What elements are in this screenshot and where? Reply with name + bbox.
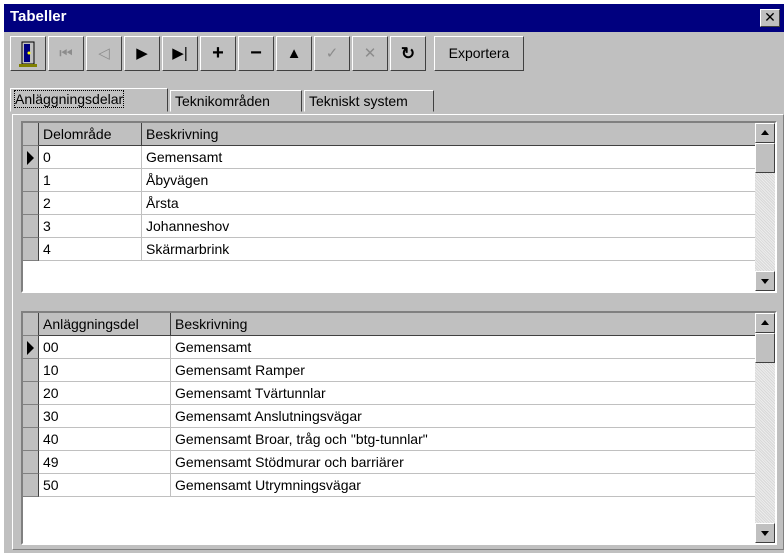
scroll-thumb[interactable] bbox=[755, 143, 775, 173]
tab-panel: Delområde Beskrivning 0 Gemensamt 1 Åbyv… bbox=[12, 114, 784, 550]
up-arrow-icon bbox=[761, 130, 769, 135]
cell-beskrivning[interactable]: Gemensamt bbox=[171, 336, 756, 359]
cell-delomrade[interactable]: 2 bbox=[39, 192, 142, 215]
insert-record-button[interactable]: + bbox=[200, 36, 236, 71]
cell-beskrivning[interactable]: Johanneshov bbox=[142, 215, 756, 238]
row-indicator bbox=[23, 336, 39, 359]
post-record-button[interactable]: ✓ bbox=[314, 36, 350, 71]
column-header-beskrivning[interactable]: Beskrivning bbox=[171, 313, 756, 336]
cell-anlaggningsdel[interactable]: 49 bbox=[39, 451, 171, 474]
cell-beskrivning[interactable]: Gemensamt Utrymningsvägar bbox=[171, 474, 756, 497]
cell-delomrade[interactable]: 4 bbox=[39, 238, 142, 261]
cell-beskrivning[interactable]: Gemensamt Stödmurar och barriärer bbox=[171, 451, 756, 474]
top-grid-scrollbar[interactable] bbox=[755, 123, 775, 291]
tab-anlaggningsdelar[interactable]: Anläggningsdelar bbox=[10, 88, 168, 112]
row-indicator bbox=[23, 238, 39, 261]
current-row-arrow-icon bbox=[27, 341, 34, 355]
tab-label: Teknikområden bbox=[175, 93, 270, 109]
row-indicator-header bbox=[23, 313, 39, 336]
bottom-grid-scrollbar[interactable] bbox=[755, 313, 775, 543]
cell-beskrivning[interactable]: Gemensamt Ramper bbox=[171, 359, 756, 382]
cell-beskrivning[interactable]: Gemensamt Anslutningsvägar bbox=[171, 405, 756, 428]
row-indicator bbox=[23, 428, 39, 451]
last-record-button[interactable]: ▶| bbox=[162, 36, 198, 71]
last-record-icon: ▶| bbox=[172, 45, 188, 62]
export-button[interactable]: Exportera bbox=[434, 36, 524, 71]
row-indicator bbox=[23, 359, 39, 382]
row-indicator bbox=[23, 215, 39, 238]
cell-anlaggningsdel[interactable]: 40 bbox=[39, 428, 171, 451]
cell-beskrivning[interactable]: Gemensamt Broar, tråg och "btg-tunnlar" bbox=[171, 428, 756, 451]
prior-record-button[interactable]: ◁ bbox=[86, 36, 122, 71]
row-indicator bbox=[23, 382, 39, 405]
up-arrow-icon bbox=[761, 320, 769, 325]
title-bar[interactable]: Tabeller ✕ bbox=[4, 4, 784, 32]
exit-door-icon bbox=[19, 41, 37, 67]
cell-beskrivning[interactable]: Årsta bbox=[142, 192, 756, 215]
post-checkmark-icon: ✓ bbox=[325, 45, 339, 62]
insert-record-icon: + bbox=[212, 42, 224, 64]
bottom-data-grid[interactable]: Anläggningsdel Beskrivning 00 Gemensamt … bbox=[21, 311, 777, 545]
column-header-anlaggningsdel[interactable]: Anläggningsdel bbox=[39, 313, 171, 336]
cell-anlaggningsdel[interactable]: 30 bbox=[39, 405, 171, 428]
next-record-button[interactable]: ▶ bbox=[124, 36, 160, 71]
tab-teknikomraden[interactable]: Teknikområden bbox=[170, 90, 302, 112]
cell-anlaggningsdel[interactable]: 00 bbox=[39, 336, 171, 359]
delete-record-button[interactable]: − bbox=[238, 36, 274, 71]
row-indicator bbox=[23, 405, 39, 428]
top-data-grid[interactable]: Delområde Beskrivning 0 Gemensamt 1 Åbyv… bbox=[21, 121, 777, 293]
first-record-icon: ⏮ bbox=[59, 45, 73, 62]
column-header-beskrivning[interactable]: Beskrivning bbox=[142, 123, 756, 146]
down-arrow-icon bbox=[761, 279, 769, 284]
column-header-delomrade[interactable]: Delområde bbox=[39, 123, 142, 146]
cell-anlaggningsdel[interactable]: 20 bbox=[39, 382, 171, 405]
prior-record-icon: ◁ bbox=[98, 45, 110, 62]
refresh-button[interactable]: ↻ bbox=[390, 36, 426, 71]
cell-beskrivning[interactable]: Gemensamt bbox=[142, 146, 756, 169]
next-record-icon: ▶ bbox=[136, 45, 148, 62]
delete-record-icon: − bbox=[250, 42, 262, 64]
tab-label: Anläggningsdelar bbox=[13, 90, 125, 108]
cell-beskrivning[interactable]: Skärmarbrink bbox=[142, 238, 756, 261]
cell-anlaggningsdel[interactable]: 10 bbox=[39, 359, 171, 382]
edit-record-button[interactable]: ▲ bbox=[276, 36, 312, 71]
cell-delomrade[interactable]: 1 bbox=[39, 169, 142, 192]
cell-beskrivning[interactable]: Gemensamt Tvärtunnlar bbox=[171, 382, 756, 405]
tab-label: Tekniskt system bbox=[309, 93, 408, 109]
cell-delomrade[interactable]: 3 bbox=[39, 215, 142, 238]
scroll-down-button[interactable] bbox=[755, 523, 775, 543]
refresh-icon: ↻ bbox=[400, 44, 416, 63]
window-title: Tabeller bbox=[10, 8, 67, 25]
row-indicator bbox=[23, 451, 39, 474]
scroll-up-button[interactable] bbox=[755, 313, 775, 333]
cancel-edit-button[interactable]: ✕ bbox=[352, 36, 388, 71]
scroll-thumb[interactable] bbox=[755, 333, 775, 363]
cell-delomrade[interactable]: 0 bbox=[39, 146, 142, 169]
cell-beskrivning[interactable]: Åbyvägen bbox=[142, 169, 756, 192]
tab-tekniskt-system[interactable]: Tekniskt system bbox=[304, 90, 434, 112]
exit-button[interactable] bbox=[10, 36, 46, 71]
row-indicator bbox=[23, 192, 39, 215]
close-button[interactable]: ✕ bbox=[760, 9, 780, 27]
first-record-button[interactable]: ⏮ bbox=[48, 36, 84, 71]
down-arrow-icon bbox=[761, 531, 769, 536]
cancel-x-icon: ✕ bbox=[363, 45, 377, 62]
scroll-up-button[interactable] bbox=[755, 123, 775, 143]
scroll-down-button[interactable] bbox=[755, 271, 775, 291]
tabeller-window: Tabeller ✕ ⏮ ◁ ▶ ▶| + − ▲ ✓ ✕ ↻ Exporter… bbox=[4, 4, 784, 553]
row-indicator-header bbox=[23, 123, 39, 146]
edit-record-icon: ▲ bbox=[286, 45, 302, 62]
current-row-arrow-icon bbox=[27, 151, 34, 165]
row-indicator bbox=[23, 146, 39, 169]
row-indicator bbox=[23, 474, 39, 497]
row-indicator bbox=[23, 169, 39, 192]
cell-anlaggningsdel[interactable]: 50 bbox=[39, 474, 171, 497]
